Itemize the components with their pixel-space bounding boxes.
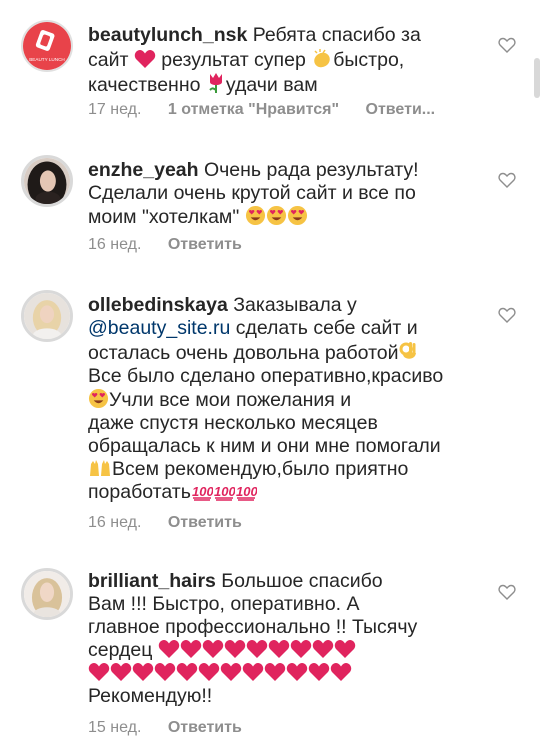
comment-line: сайт (88, 49, 129, 71)
red-heart-icon (176, 663, 198, 681)
clapping-hands-icon (314, 49, 330, 68)
comment-line: Очень рада результату! (203, 159, 419, 181)
comment-line: Большое спасибо (221, 570, 383, 592)
username[interactable]: beautylunch_nsk (88, 24, 247, 46)
red-heart-icon (158, 640, 180, 658)
reply-button[interactable]: Ответи... (366, 101, 436, 118)
comment-line: Заказывала у (233, 294, 357, 316)
comment-line: моим "хотелкам" (88, 206, 240, 228)
timestamp: 17 нед. (88, 101, 142, 118)
heart-eyes-icon (245, 205, 265, 226)
reply-button[interactable]: Ответить (168, 719, 242, 736)
raised-hands-icon (90, 460, 110, 476)
comment-text: brilliant_hairs Большое спасибо Вам !!! … (88, 570, 493, 708)
comment-meta: 16 нед. Ответить (88, 514, 264, 532)
comment-text: ollebedinskaya Заказывала у @beauty_site… (88, 294, 493, 504)
comment-line: Сделали очень крутой сайт и все по (88, 182, 416, 204)
tulip-icon (209, 73, 222, 93)
hundred-points-icon: 100 (236, 484, 257, 501)
comment-line: поработать (88, 481, 191, 503)
red-hearts-row (88, 662, 352, 684)
like-heart-icon[interactable] (498, 307, 516, 323)
reply-button[interactable]: Ответить (168, 514, 242, 531)
comment-line: даже спустя несколько месяцев (88, 412, 378, 434)
red-heart-icon (202, 640, 224, 658)
heart-eyes-icon (88, 388, 109, 409)
red-heart-icon (264, 663, 286, 681)
hundred-points-icon: 100 (214, 484, 235, 501)
red-heart-icon (134, 50, 156, 68)
heart-eyes-icon (287, 205, 307, 226)
timestamp: 15 нед. (88, 719, 142, 736)
red-heart-icon (268, 640, 290, 658)
comment-line: Все было сделано оперативно,красиво (88, 365, 444, 387)
heart-eyes-emojis (245, 205, 308, 228)
comment-meta: 16 нед. Ответить (88, 236, 264, 254)
red-hearts-row (158, 639, 356, 661)
user-photo (24, 158, 70, 204)
heart-eyes-icon (266, 205, 286, 226)
comment-line: Ребята спасибо за (252, 24, 421, 46)
beautylunch-logo: BEAUTY LUNCH (23, 22, 71, 70)
red-heart-icon (286, 663, 308, 681)
red-heart-icon (290, 640, 312, 658)
username[interactable]: enzhe_yeah (88, 159, 199, 181)
user-photo (24, 571, 70, 617)
likes-count[interactable]: 1 отметка "Нравится" (168, 101, 339, 118)
svg-text:100: 100 (192, 484, 213, 499)
comment-line: Рекомендую!! (88, 685, 213, 707)
timestamp: 16 нед. (88, 236, 142, 253)
hundred-points-emojis: 100 100 100 (191, 481, 257, 503)
timestamp: 16 нед. (88, 514, 142, 531)
comment-line: главное профессионально !! Тысячу (88, 616, 418, 638)
username[interactable]: brilliant_hairs (88, 570, 216, 592)
reply-button[interactable]: Ответить (168, 236, 242, 253)
avatar[interactable] (21, 290, 73, 342)
avatar[interactable] (21, 155, 73, 207)
svg-text:100: 100 (214, 484, 235, 499)
red-heart-icon (132, 663, 154, 681)
like-heart-icon[interactable] (498, 172, 516, 188)
avatar[interactable] (21, 568, 73, 620)
mention-link[interactable]: @beauty_site.ru (88, 317, 230, 339)
red-heart-icon (334, 640, 356, 658)
comment-line: качественно (88, 74, 201, 96)
svg-text:100: 100 (236, 484, 257, 499)
comment-line: сердец (88, 639, 153, 661)
comment-line: результат супер (161, 49, 306, 71)
red-heart-icon (154, 663, 176, 681)
like-heart-icon[interactable] (498, 37, 516, 53)
comment-meta: 15 нед. Ответить (88, 719, 264, 737)
red-heart-icon (308, 663, 330, 681)
red-heart-icon (224, 640, 246, 658)
ok-hand-icon (399, 342, 416, 359)
comment-text: beautylunch_nsk Ребята спасибо за сайт р… (88, 24, 493, 97)
red-heart-icon (110, 663, 132, 681)
red-heart-icon (330, 663, 352, 681)
red-heart-icon (88, 663, 110, 681)
comment-meta: 17 нед. 1 отметка "Нравится" Ответи... (88, 101, 457, 119)
svg-text:BEAUTY LUNCH: BEAUTY LUNCH (29, 57, 65, 62)
comment-line: осталась очень довольна работой (88, 342, 399, 364)
user-photo (24, 293, 70, 339)
red-heart-icon (242, 663, 264, 681)
comment-line: Учли все мои пожелания и (109, 389, 352, 411)
comment-line: обращалась к ним и они мне помогали (88, 435, 441, 457)
scrollbar[interactable] (534, 58, 540, 98)
red-heart-icon (180, 640, 202, 658)
comment-text: enzhe_yeah Очень рада результату! Сделал… (88, 159, 493, 229)
hundred-points-icon: 100 (192, 484, 213, 501)
comment-line: Всем рекомендую,было приятно (112, 458, 409, 480)
avatar[interactable]: BEAUTY LUNCH (21, 20, 73, 72)
red-heart-icon (220, 663, 242, 681)
comment-line: Вам !!! Быстро, оперативно. А (88, 593, 360, 615)
like-heart-icon[interactable] (498, 584, 516, 600)
red-heart-icon (312, 640, 334, 658)
red-heart-icon (198, 663, 220, 681)
red-heart-icon (246, 640, 268, 658)
comment-line: сделать себе сайт и (235, 317, 418, 339)
comment-line: быстро, (333, 49, 405, 71)
comment-line: удачи вам (225, 74, 318, 96)
username[interactable]: ollebedinskaya (88, 294, 228, 316)
